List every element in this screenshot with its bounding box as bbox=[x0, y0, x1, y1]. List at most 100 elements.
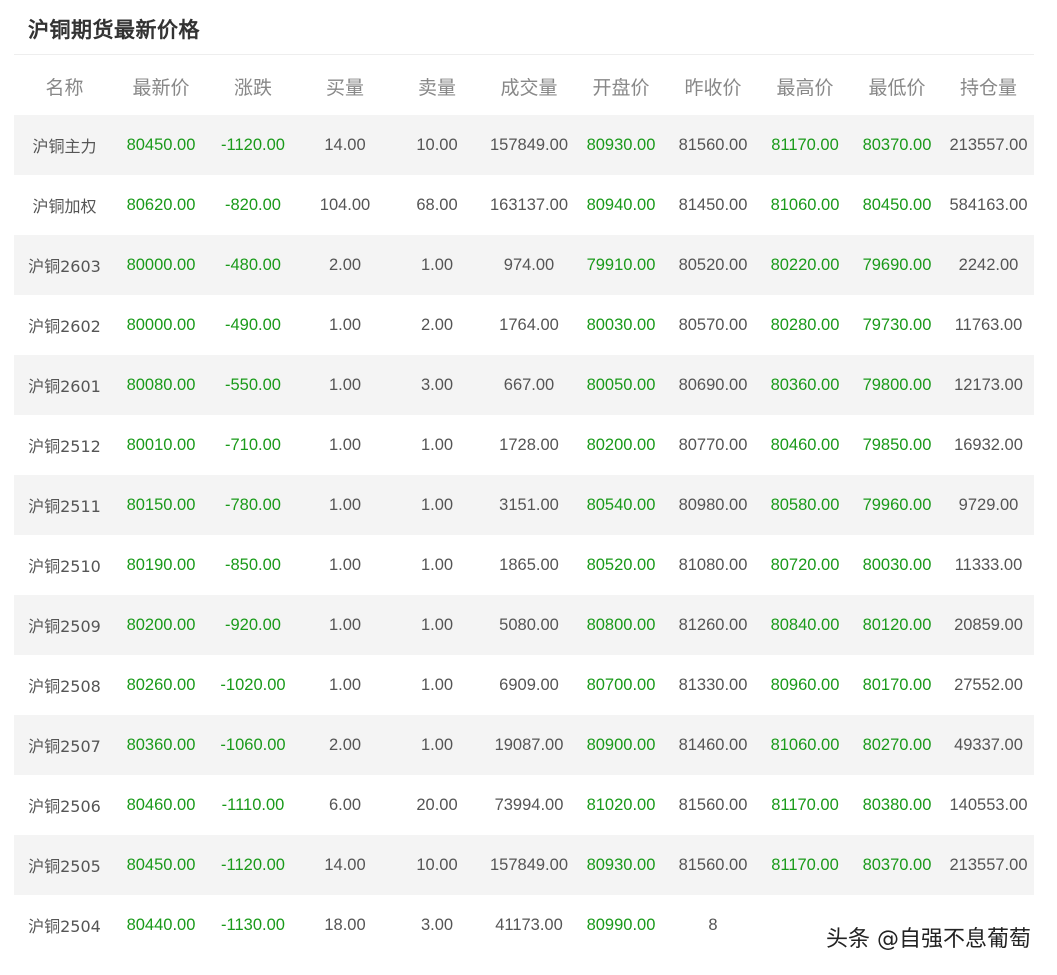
table-cell: 20859.00 bbox=[943, 595, 1034, 655]
column-header[interactable]: 涨跌 bbox=[207, 57, 299, 115]
table-cell: 16932.00 bbox=[943, 415, 1034, 475]
table-cell: 1865.00 bbox=[483, 535, 575, 595]
table-cell: 6909.00 bbox=[483, 655, 575, 715]
table-cell: 163137.00 bbox=[483, 175, 575, 235]
table-cell: 80620.00 bbox=[115, 175, 207, 235]
table-row[interactable]: 沪铜2506 80460.00 -1110.00 6.00 20.00 73994.00 8… bbox=[14, 775, 1034, 835]
table-cell: -1110.00 bbox=[207, 775, 299, 835]
table-cell: -850.00 bbox=[207, 535, 299, 595]
table-cell: 80520.00 bbox=[575, 535, 667, 595]
title-divider bbox=[14, 54, 1034, 55]
table-cell: 81080.00 bbox=[667, 535, 759, 595]
table-row[interactable]: 沪铜2510 80190.00 -850.00 1.00 1.00 1865.00 8052… bbox=[14, 535, 1034, 595]
table-cell: 213557.00 bbox=[943, 835, 1034, 895]
table-cell: 80360.00 bbox=[759, 355, 851, 415]
table-row[interactable]: 沪铜2505 80450.00 -1120.00 14.00 10.00 157849.0… bbox=[14, 835, 1034, 895]
table-cell: 14.00 bbox=[299, 835, 391, 895]
table-cell: 3.00 bbox=[391, 355, 483, 415]
table-cell: 80440.00 bbox=[115, 895, 207, 955]
table-cell: 2.00 bbox=[391, 295, 483, 355]
table-cell: 9729.00 bbox=[943, 475, 1034, 535]
table-cell: 80260.00 bbox=[115, 655, 207, 715]
table-cell: 27552.00 bbox=[943, 655, 1034, 715]
table-cell: 80080.00 bbox=[115, 355, 207, 415]
table-cell: -820.00 bbox=[207, 175, 299, 235]
table-row[interactable]: 沪铜2602 80000.00 -490.00 1.00 2.00 1764.00 8003… bbox=[14, 295, 1034, 355]
table-cell: 79800.00 bbox=[851, 355, 943, 415]
table-cell: 80940.00 bbox=[575, 175, 667, 235]
watermark: 头条 @自强不息葡萄 bbox=[812, 917, 1037, 957]
column-header[interactable]: 最新价 bbox=[115, 57, 207, 115]
table-cell: 80460.00 bbox=[115, 775, 207, 835]
table-row[interactable]: 沪铜主力 80450.00 -1120.00 14.00 10.00 157849.00 8… bbox=[14, 115, 1034, 175]
table-cell: 80200.00 bbox=[575, 415, 667, 475]
table-row[interactable]: 沪铜2512 80010.00 -710.00 1.00 1.00 1728.00 8020… bbox=[14, 415, 1034, 475]
table-cell: 80900.00 bbox=[575, 715, 667, 775]
table-cell: 19087.00 bbox=[483, 715, 575, 775]
table-cell: 2.00 bbox=[299, 235, 391, 295]
table-cell: 79910.00 bbox=[575, 235, 667, 295]
table-cell: 80030.00 bbox=[575, 295, 667, 355]
table-cell: -1020.00 bbox=[207, 655, 299, 715]
column-header[interactable]: 最低价 bbox=[851, 57, 943, 115]
table-row[interactable]: 沪铜2603 80000.00 -480.00 2.00 1.00 974.00 79910… bbox=[14, 235, 1034, 295]
table-cell: 1.00 bbox=[391, 415, 483, 475]
table-cell: 1.00 bbox=[299, 655, 391, 715]
table-cell: 80150.00 bbox=[115, 475, 207, 535]
table-row[interactable]: 沪铜2601 80080.00 -550.00 1.00 3.00 667.00 80050… bbox=[14, 355, 1034, 415]
table-cell: 80170.00 bbox=[851, 655, 943, 715]
contract-name-cell: 沪铜加权 bbox=[14, 175, 115, 235]
table-cell: 1.00 bbox=[391, 715, 483, 775]
table-row[interactable]: 沪铜加权 80620.00 -820.00 104.00 68.00 163137.00 8… bbox=[14, 175, 1034, 235]
column-header[interactable]: 开盘价 bbox=[575, 57, 667, 115]
table-cell: 80800.00 bbox=[575, 595, 667, 655]
column-header[interactable]: 持仓量 bbox=[943, 57, 1034, 115]
column-header[interactable]: 名称 bbox=[14, 57, 115, 115]
table-cell: 20.00 bbox=[391, 775, 483, 835]
table-cell: 10.00 bbox=[391, 835, 483, 895]
table-cell: -1060.00 bbox=[207, 715, 299, 775]
column-header[interactable]: 买量 bbox=[299, 57, 391, 115]
column-header[interactable]: 最高价 bbox=[759, 57, 851, 115]
table-cell: -710.00 bbox=[207, 415, 299, 475]
table-cell: -1130.00 bbox=[207, 895, 299, 955]
table-cell: 104.00 bbox=[299, 175, 391, 235]
table-cell: 213557.00 bbox=[943, 115, 1034, 175]
table-cell: 80360.00 bbox=[115, 715, 207, 775]
column-header[interactable]: 昨收价 bbox=[667, 57, 759, 115]
table-cell: 81460.00 bbox=[667, 715, 759, 775]
table-cell: 3.00 bbox=[391, 895, 483, 955]
table-cell: 81060.00 bbox=[759, 175, 851, 235]
table-cell: 41173.00 bbox=[483, 895, 575, 955]
table-cell: 81560.00 bbox=[667, 775, 759, 835]
table-cell: 80450.00 bbox=[115, 835, 207, 895]
table-cell: 80220.00 bbox=[759, 235, 851, 295]
table-cell: -1120.00 bbox=[207, 835, 299, 895]
table-cell: 14.00 bbox=[299, 115, 391, 175]
table-cell: 80990.00 bbox=[575, 895, 667, 955]
table-cell: 80000.00 bbox=[115, 235, 207, 295]
table-cell: 81170.00 bbox=[759, 835, 851, 895]
table-cell: -780.00 bbox=[207, 475, 299, 535]
table-cell: 18.00 bbox=[299, 895, 391, 955]
table-cell: 80460.00 bbox=[759, 415, 851, 475]
table-cell: 81260.00 bbox=[667, 595, 759, 655]
table-cell: 80960.00 bbox=[759, 655, 851, 715]
table-row[interactable]: 沪铜2511 80150.00 -780.00 1.00 1.00 3151.00 8054… bbox=[14, 475, 1034, 535]
table-cell: 80720.00 bbox=[759, 535, 851, 595]
table-cell: 80450.00 bbox=[851, 175, 943, 235]
table-cell: 79730.00 bbox=[851, 295, 943, 355]
contract-name-cell: 沪铜2505 bbox=[14, 835, 115, 895]
table-row[interactable]: 沪铜2509 80200.00 -920.00 1.00 1.00 5080.00 8080… bbox=[14, 595, 1034, 655]
page-title: 沪铜期货最新价格 bbox=[28, 18, 200, 42]
quotes-table: 名称 最新价 涨跌 买量 卖量 成交量 开盘价 昨收价 最高价 最低价 持仓量 沪铜主力 80450.… bbox=[14, 57, 1034, 955]
contract-name-cell: 沪铜2508 bbox=[14, 655, 115, 715]
column-header[interactable]: 成交量 bbox=[483, 57, 575, 115]
table-cell: 81330.00 bbox=[667, 655, 759, 715]
table-row[interactable]: 沪铜2507 80360.00 -1060.00 2.00 1.00 19087.00 80… bbox=[14, 715, 1034, 775]
table-cell: 79960.00 bbox=[851, 475, 943, 535]
column-header[interactable]: 卖量 bbox=[391, 57, 483, 115]
table-row[interactable]: 沪铜2508 80260.00 -1020.00 1.00 1.00 6909.00 807… bbox=[14, 655, 1034, 715]
table-cell: 81060.00 bbox=[759, 715, 851, 775]
table-cell: 79850.00 bbox=[851, 415, 943, 475]
